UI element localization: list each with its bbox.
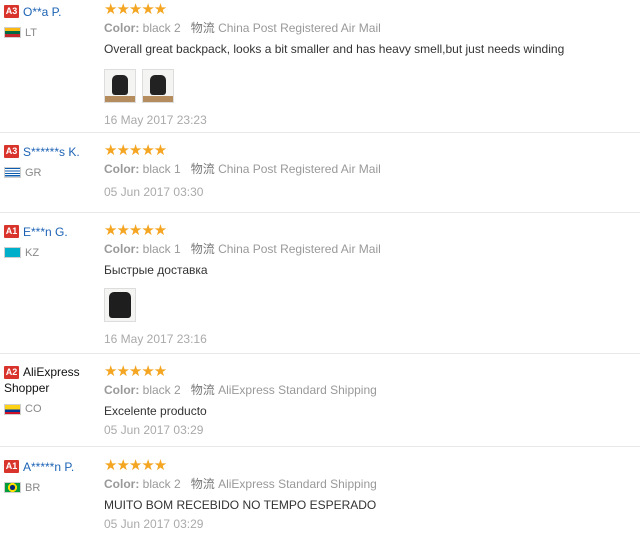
- flag-icon: [4, 27, 21, 39]
- color-label: Color:: [104, 21, 140, 35]
- review-item: A3 O**a P. LT ★★★★★ Color: black 2 物流 Chin…: [0, 0, 640, 133]
- buyer-level-badge: A1: [4, 225, 19, 239]
- review-date: 05 Jun 2017 03:29: [104, 517, 204, 531]
- color-label: Color:: [104, 477, 140, 491]
- reviewer-info: A1 E***n G. KZ: [4, 224, 100, 259]
- country-code: KZ: [25, 246, 40, 259]
- reviewer-info: A3 S******s K. GR: [4, 144, 100, 179]
- rating-stars: ★★★★★: [104, 222, 167, 239]
- flag-icon: [4, 247, 21, 259]
- reviewer-info: A2 AliExpress Shopper CO: [4, 365, 100, 416]
- color-label: Color:: [104, 383, 140, 397]
- color-value: black 2: [142, 477, 181, 491]
- reviewer-country: LT: [4, 25, 100, 39]
- country-code: BR: [25, 481, 41, 494]
- reviewer-country: GR: [4, 165, 100, 179]
- review-photos: [104, 288, 634, 322]
- order-info: Color: black 2 物流 AliExpress Standard Shi…: [104, 383, 634, 398]
- color-value: black 1: [142, 162, 181, 176]
- reviewer-info: A1 A*****n P. BR: [4, 459, 100, 494]
- review-photos: [104, 69, 634, 103]
- flag-icon: [4, 167, 21, 179]
- shipping-method: China Post Registered Air Mail: [218, 242, 381, 256]
- buyer-level-badge: A2: [4, 366, 19, 380]
- rating-stars: ★★★★★: [104, 363, 167, 380]
- photo-background: [105, 96, 135, 102]
- review-item: A1 E***n G. KZ ★★★★★ Color: black 1 物流 Chi…: [0, 213, 640, 354]
- reviewer-country: KZ: [4, 245, 100, 259]
- order-info: Color: black 1 物流 China Post Registered A…: [104, 242, 634, 257]
- flag-icon: [4, 482, 21, 494]
- review-body: ★★★★★ Color: black 1 物流 China Post Regist…: [104, 143, 634, 199]
- review-photo-thumbnail[interactable]: [104, 69, 136, 103]
- reviewer-name[interactable]: E***n G.: [23, 225, 68, 239]
- backpack-icon: [112, 75, 128, 95]
- review-item: A2 AliExpress Shopper CO ★★★★★ Color: bla…: [0, 354, 640, 447]
- review-date: 05 Jun 2017 03:29: [104, 423, 204, 437]
- buyer-level-badge: A3: [4, 145, 19, 159]
- order-info: Color: black 1 物流 China Post Registered A…: [104, 162, 634, 177]
- rating-stars: ★★★★★: [104, 142, 167, 159]
- review-body: ★★★★★ Color: black 1 物流 China Post Regist…: [104, 223, 634, 346]
- photo-background: [143, 96, 173, 102]
- reviewer-country: CO: [4, 402, 100, 416]
- rating-stars: ★★★★★: [104, 1, 167, 18]
- shipping-method: AliExpress Standard Shipping: [218, 477, 377, 491]
- review-photo-thumbnail[interactable]: [104, 288, 136, 322]
- reviewer-name[interactable]: S******s K.: [23, 145, 80, 159]
- flag-icon: [4, 403, 21, 415]
- review-text: Быстрые доставка: [104, 263, 208, 277]
- reviewer-name[interactable]: O**a P.: [23, 5, 61, 19]
- reviewer-info: A3 O**a P. LT: [4, 4, 100, 39]
- backpack-icon: [150, 75, 166, 95]
- color-label: Color:: [104, 162, 140, 176]
- order-info: Color: black 2 物流 AliExpress Standard Shi…: [104, 477, 634, 492]
- review-body: ★★★★★ Color: black 2 物流 AliExpress Standa…: [104, 364, 634, 437]
- shipping-label: 物流: [190, 21, 215, 35]
- color-label: Color:: [104, 242, 140, 256]
- color-value: black 1: [142, 242, 181, 256]
- shipping-label: 物流: [190, 162, 215, 176]
- country-code: GR: [25, 166, 42, 179]
- shipping-method: AliExpress Standard Shipping: [218, 383, 377, 397]
- review-photo-thumbnail[interactable]: [142, 69, 174, 103]
- review-text: Excelente producto: [104, 404, 207, 418]
- review-item: A1 A*****n P. BR ★★★★★ Color: black 2 物流 A…: [0, 447, 640, 534]
- review-item: A3 S******s K. GR ★★★★★ Color: black 1 物流 …: [0, 133, 640, 213]
- shipping-label: 物流: [190, 477, 215, 491]
- color-value: black 2: [142, 383, 181, 397]
- country-code: LT: [25, 26, 38, 39]
- review-date: 05 Jun 2017 03:30: [104, 185, 204, 199]
- review-date: 16 May 2017 23:23: [104, 113, 207, 127]
- buyer-level-badge: A1: [4, 460, 19, 474]
- shipping-label: 物流: [190, 383, 215, 397]
- shipping-method: China Post Registered Air Mail: [218, 21, 381, 35]
- shipping-method: China Post Registered Air Mail: [218, 162, 381, 176]
- buyer-level-badge: A3: [4, 5, 19, 19]
- reviewer-name[interactable]: A*****n P.: [23, 460, 74, 474]
- shipping-label: 物流: [190, 242, 215, 256]
- country-code: CO: [25, 403, 42, 416]
- reviewer-country: BR: [4, 480, 100, 494]
- review-body: ★★★★★ Color: black 2 物流 AliExpress Standa…: [104, 458, 634, 531]
- review-text: Overall great backpack, looks a bit smal…: [104, 42, 565, 56]
- review-date: 16 May 2017 23:16: [104, 332, 207, 346]
- review-text: MUITO BOM RECEBIDO NO TEMPO ESPERADO: [104, 498, 377, 512]
- order-info: Color: black 2 物流 China Post Registered A…: [104, 21, 634, 36]
- backpack-icon: [109, 292, 131, 318]
- rating-stars: ★★★★★: [104, 457, 167, 474]
- color-value: black 2: [142, 21, 181, 35]
- review-body: ★★★★★ Color: black 2 物流 China Post Regist…: [104, 2, 634, 127]
